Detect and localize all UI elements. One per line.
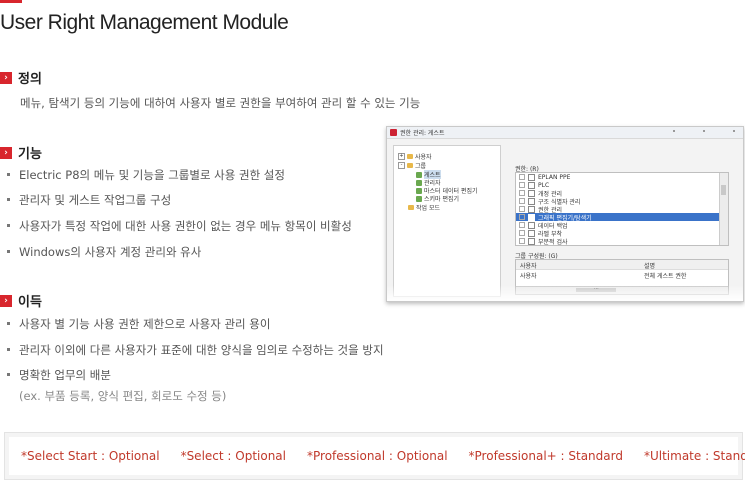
scrollbar-thumb[interactable]	[721, 185, 726, 195]
permission-panel: 권한: (R) EPLAN PPE PLC 개정 관리 구조 식별자 관리 권한…	[503, 145, 739, 297]
header-accent-bar	[0, 0, 22, 3]
checkbox[interactable]	[528, 173, 535, 181]
checkbox[interactable]	[528, 221, 535, 229]
tree-item[interactable]: - 그룹	[398, 161, 426, 170]
bullet-icon	[7, 373, 10, 376]
benefit-sub-note: (ex. 부품 등록, 양식 편집, 회로도 수정 등)	[19, 389, 227, 403]
edition-availability-box: *Select Start : Optional *Select : Optio…	[4, 432, 745, 480]
checkbox-checked[interactable]	[528, 213, 535, 221]
checkbox[interactable]	[528, 237, 535, 245]
window-titlebar: 권한 관리: 게스트	[387, 127, 743, 139]
user-icon	[416, 179, 422, 186]
list-item: 관리자 이외에 다른 사용자가 표준에 대한 양식을 임의로 수정하는 것을 방…	[7, 342, 384, 358]
definition-text: 메뉴, 탐색기 등의 기능에 대하여 사용자 별로 권한을 부여하여 관리 할 …	[20, 96, 421, 110]
bullet-icon	[7, 348, 10, 351]
app-icon	[390, 129, 397, 136]
section-title: 정의	[18, 72, 42, 87]
user-icon	[416, 195, 422, 202]
permissions-scrollbar[interactable]	[719, 173, 728, 245]
checkbox[interactable]	[528, 197, 535, 205]
bullet-icon	[7, 173, 10, 176]
edition-select: *Select : Optional	[180, 449, 286, 463]
section-title: 기능	[18, 147, 42, 162]
user-icon	[416, 187, 422, 194]
bullet-icon	[7, 250, 10, 253]
checkbox[interactable]	[528, 189, 535, 197]
list-item: 명확한 업무의 배분 (ex. 부품 등록, 양식 편집, 회로도 수정 등)	[7, 367, 226, 404]
permission-item[interactable]: 부분적 검사	[516, 237, 719, 245]
permission-window-screenshot: 권한 관리: 게스트 + 사용자 - 그룹 게스트 관리자 마스터 데이터 편집기 …	[386, 126, 744, 302]
edition-ultimate: *Ultimate : Standard	[643, 449, 745, 463]
list-item: 사용자 별 기능 사용 권한 제한으로 사용자 관리 용이	[7, 316, 270, 332]
tree-item[interactable]: 작업 모드	[408, 203, 440, 212]
folder-icon	[407, 154, 413, 159]
permission-item[interactable]: EPLAN PPE	[516, 173, 719, 181]
table-row[interactable]: 사용자 전체 게스트 권한	[520, 271, 686, 280]
bullet-icon	[7, 224, 10, 227]
section-feature-heading: › 기능	[0, 143, 42, 162]
titlebar-dots	[673, 130, 743, 132]
permissions-list[interactable]: EPLAN PPE PLC 개정 관리 구조 식별자 관리 권한 관리 그래픽 …	[515, 172, 729, 246]
bullet-icon	[7, 322, 10, 325]
chevron-right-icon: ›	[0, 146, 12, 159]
folder-icon	[407, 163, 413, 168]
checkbox[interactable]	[528, 205, 535, 213]
folder-icon	[408, 205, 414, 210]
tree-item[interactable]: 스키마 편집기	[416, 194, 459, 203]
page-title: User Right Management Module	[0, 11, 289, 34]
checkbox[interactable]	[528, 181, 535, 189]
edition-select-start: *Select Start : Optional	[21, 449, 160, 463]
list-item: 사용자가 특정 작업에 대한 사용 권한이 없는 경우 메뉴 항목이 비활성	[7, 218, 352, 234]
section-benefit-heading: › 이득	[0, 291, 42, 310]
edition-professional: *Professional : Optional	[307, 449, 448, 463]
column-header[interactable]: 설명	[644, 261, 655, 270]
checkbox[interactable]	[528, 229, 535, 237]
list-item: Electric P8의 메뉴 및 기능을 그룹별로 사용 권한 설정	[7, 167, 285, 183]
window-title: 권한 관리: 게스트	[400, 130, 445, 137]
chevron-right-icon: ›	[0, 294, 12, 307]
section-title: 이득	[18, 295, 42, 310]
list-item: 관리자 및 게스트 작업그룹 구성	[7, 192, 171, 208]
user-group-tree: + 사용자 - 그룹 게스트 관리자 마스터 데이터 편집기 스키마 편집기 작업 …	[393, 145, 501, 297]
chevron-right-icon: ›	[0, 71, 12, 84]
column-header[interactable]: 사용자	[520, 261, 537, 270]
tree-item[interactable]: + 사용자	[398, 152, 432, 161]
table-header: 사용자 설명	[516, 260, 728, 270]
user-icon	[416, 171, 422, 178]
screenshot-fade	[387, 285, 743, 301]
list-item: Windows의 사용자 계정 관리와 유사	[7, 244, 201, 260]
section-definition-heading: › 정의	[0, 68, 42, 87]
edition-professional-plus: *Professional+ : Standard	[468, 449, 623, 463]
bullet-icon	[7, 198, 10, 201]
